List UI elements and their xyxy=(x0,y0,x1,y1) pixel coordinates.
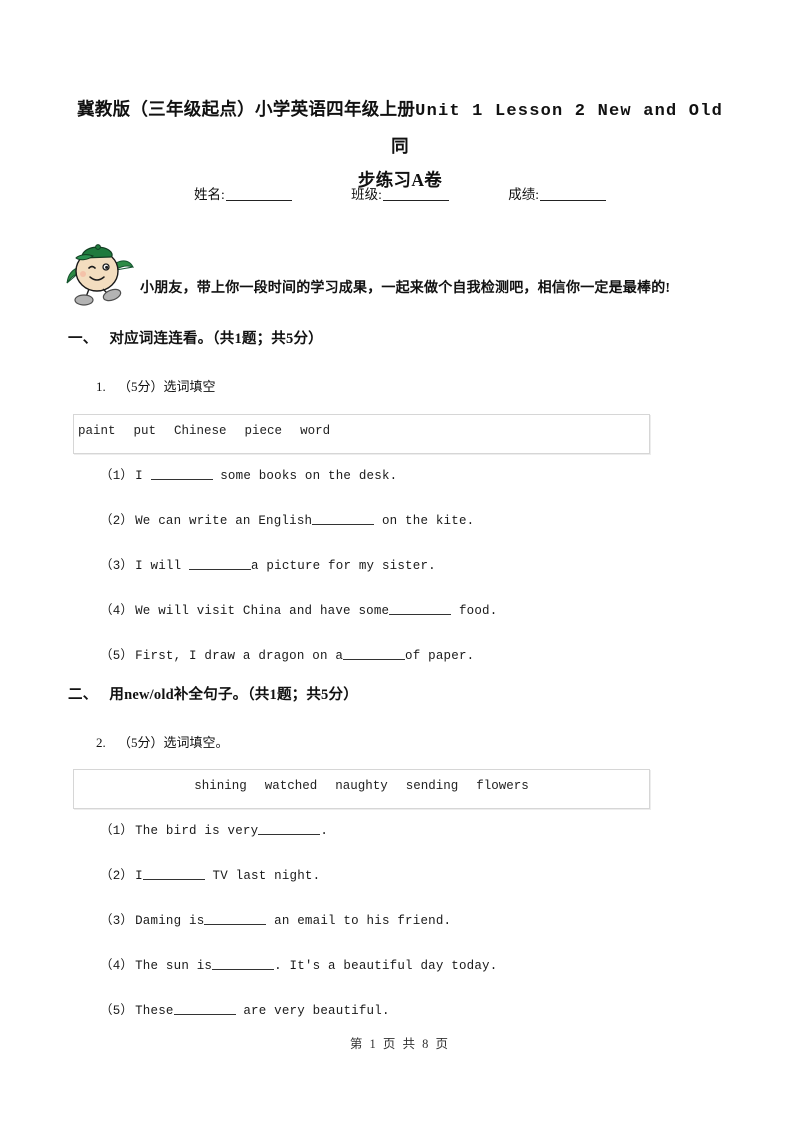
q1-item5-label: （5） xyxy=(100,649,134,663)
q1-item2-label: （2） xyxy=(100,514,134,528)
q1-item1-blank[interactable] xyxy=(150,468,213,480)
section-1-number: 一、 xyxy=(68,331,98,347)
word-bank-2-word-0: shining xyxy=(194,779,247,793)
question-1-number: 1. xyxy=(96,379,106,394)
class-blank[interactable] xyxy=(382,187,449,201)
title-cn-suffix: 同 xyxy=(391,136,409,156)
section-2-title: 用new/old补全句子。（共1题；共5分） xyxy=(109,687,358,703)
score-blank[interactable] xyxy=(540,187,607,201)
q2-item4-after: . It's a beautiful day today. xyxy=(274,959,498,973)
student-info-line: 姓名: 班级: 成绩: xyxy=(68,183,732,203)
question-2-number: 2. xyxy=(96,735,106,750)
question-2-prompt: （5分）选词填空。 xyxy=(118,735,229,750)
question-2-item-5: （5） These are very beautiful. xyxy=(100,999,390,1018)
word-bank-1-word-1: put xyxy=(133,424,157,438)
question-1-item-3: （3） I will a picture for my sister. xyxy=(100,554,436,573)
q1-item4-after: food. xyxy=(451,604,498,618)
question-1-line: 1. （5分）选词填空 xyxy=(96,376,216,395)
q1-item1-after: some books on the desk. xyxy=(212,469,398,483)
word-bank-2-word-3: sending xyxy=(405,779,459,793)
word-bank-1-words: paint put Chinese piece word xyxy=(78,424,330,438)
word-bank-1-word-3: piece xyxy=(244,424,283,438)
q1-item3-after: a picture for my sister. xyxy=(251,559,436,573)
word-bank-1-word-2: Chinese xyxy=(174,424,227,438)
score-label: 成绩: xyxy=(508,187,540,202)
q1-item3-label: （3） xyxy=(100,559,134,573)
q1-item1-label: （1） xyxy=(100,469,134,483)
class-label: 班级: xyxy=(351,187,382,202)
title-cn-prefix: 冀教版（三年级起点）小学英语四年级上册 xyxy=(76,99,416,119)
q2-item2-after: TV last night. xyxy=(204,869,321,883)
q1-item2-blank[interactable] xyxy=(312,513,375,525)
question-2-item-3: （3） Daming is an email to his friend. xyxy=(100,909,451,928)
q2-item5-label: （5） xyxy=(100,1004,134,1018)
question-2-item-4: （4） The sun is . It's a beautiful day toda… xyxy=(100,954,497,973)
q1-item4-before: We will visit China and have some xyxy=(135,604,390,618)
name-label: 姓名: xyxy=(193,187,225,202)
q2-item5-before: These xyxy=(135,1004,174,1018)
q2-item3-before: Daming is xyxy=(135,914,205,928)
question-1-prompt: （5分）选词填空 xyxy=(118,379,216,394)
q2-item2-label: （2） xyxy=(100,869,134,883)
name-blank[interactable] xyxy=(225,187,292,201)
question-1-item-5: （5） First, I draw a dragon on a of paper. xyxy=(100,644,474,663)
page-title: 冀教版（三年级起点）小学英语四年级上册Unit 1 Lesson 2 New a… xyxy=(68,92,732,197)
name-field[interactable]: 姓名: xyxy=(194,183,292,203)
question-1-item-1: （1） I some books on the desk. xyxy=(100,464,397,483)
q2-item3-after: an email to his friend. xyxy=(266,914,452,928)
section-2-number: 二、 xyxy=(68,687,98,703)
section-heading-2: 二、 用new/old补全句子。（共1题；共5分） xyxy=(68,683,358,704)
q2-item4-before: The sun is xyxy=(135,959,213,973)
q1-item3-before: I will xyxy=(135,559,190,573)
word-bank-2-word-4: flowers xyxy=(476,779,529,793)
score-field[interactable]: 成绩: xyxy=(508,183,607,203)
q1-item2-after: on the kite. xyxy=(374,514,475,528)
word-bank-2-words: shining watched naughty sending flowers xyxy=(74,779,649,793)
section-1-title: 对应词连连看。（共1题；共5分） xyxy=(109,331,323,347)
q2-item2-blank[interactable] xyxy=(142,868,205,880)
greeting-text: 小朋友，带上你一段时间的学习成果，一起来做个自我检测吧，相信你一定是最棒的! xyxy=(140,281,671,296)
word-bank-1: paint put Chinese piece word xyxy=(73,414,650,454)
q1-item5-after: of paper. xyxy=(405,649,475,663)
q2-item5-blank[interactable] xyxy=(173,1003,236,1015)
page-footer: 第 1 页 共 8 页 xyxy=(349,1037,451,1051)
q1-item4-label: （4） xyxy=(100,604,134,618)
q1-item2-before: We can write an English xyxy=(135,514,313,528)
q2-item1-blank[interactable] xyxy=(258,823,321,835)
q1-item5-blank[interactable] xyxy=(343,648,406,660)
word-bank-2-word-2: naughty xyxy=(335,779,388,793)
word-bank-1-word-4: word xyxy=(300,424,331,438)
q1-item1-before: I xyxy=(135,469,151,483)
section-heading-1: 一、 对应词连连看。（共1题；共5分） xyxy=(68,327,323,348)
q1-item4-blank[interactable] xyxy=(389,603,452,615)
question-2-item-1: （1） The bird is very. xyxy=(100,819,328,838)
q2-item5-after: are very beautiful. xyxy=(235,1004,390,1018)
question-2-line: 2. （5分）选词填空。 xyxy=(96,732,229,751)
q2-item4-blank[interactable] xyxy=(212,958,275,970)
question-1-item-4: （4） We will visit China and have some foo… xyxy=(100,599,497,618)
word-bank-2-word-1: watched xyxy=(264,779,318,793)
greeting-row: 小朋友，带上你一段时间的学习成果，一起来做个自我检测吧，相信你一定是最棒的! xyxy=(62,243,752,307)
q1-item5-before: First, I draw a dragon on a xyxy=(135,649,344,663)
question-2-item-2: （2） I TV last night. xyxy=(100,864,320,883)
q1-item3-blank[interactable] xyxy=(189,558,252,570)
cartoon-student-mascot-icon xyxy=(62,243,136,307)
q2-item2-before: I xyxy=(135,869,143,883)
question-1-item-2: （2） We can write an English on the kite. xyxy=(100,509,474,528)
worksheet-page: 冀教版（三年级起点）小学英语四年级上册Unit 1 Lesson 2 New a… xyxy=(0,0,800,1132)
q2-item4-label: （4） xyxy=(100,959,134,973)
q2-item1-after: . xyxy=(320,824,329,838)
q2-item1-before: The bird is very xyxy=(135,824,259,838)
q2-item3-label: （3） xyxy=(100,914,134,928)
word-bank-1-word-0: paint xyxy=(78,424,116,438)
title-en: Unit 1 Lesson 2 New and Old xyxy=(415,102,724,121)
q2-item3-blank[interactable] xyxy=(204,913,267,925)
class-field[interactable]: 班级: xyxy=(351,183,449,203)
word-bank-2: shining watched naughty sending flowers xyxy=(73,769,650,809)
q2-item1-label: （1） xyxy=(100,824,134,838)
